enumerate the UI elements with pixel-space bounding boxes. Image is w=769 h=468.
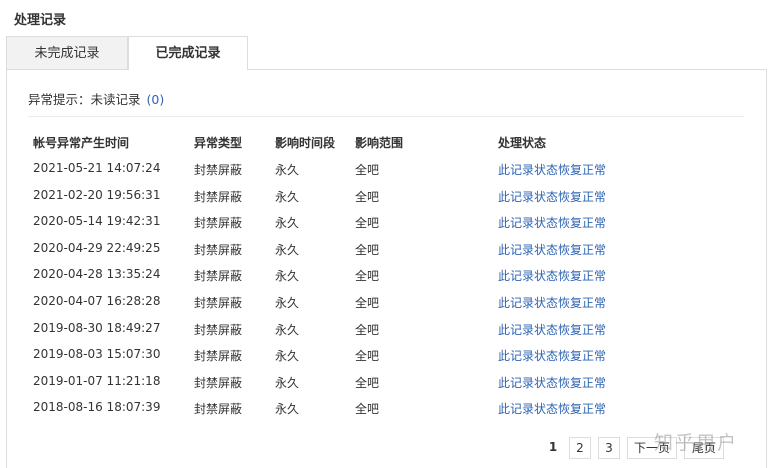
header-scope: 影响范围 <box>355 136 404 150</box>
cell-duration: 永久 <box>275 163 300 177</box>
cell-status-link[interactable]: 此记录状态恢复正常 <box>498 267 606 284</box>
header-time: 帐号异常产生时间 <box>33 136 130 150</box>
table-row: 2020-04-07 16:28:28 封禁屏蔽 永久 全吧 此记录状态恢复正常 <box>0 294 769 320</box>
cell-duration: 永久 <box>275 190 300 204</box>
tab-completed-records[interactable]: 已完成记录 <box>128 36 248 70</box>
table-row: 2021-02-20 19:56:31 封禁屏蔽 永久 全吧 此记录状态恢复正常 <box>0 188 769 214</box>
cell-status-link[interactable]: 此记录状态恢复正常 <box>498 241 606 258</box>
cell-status-link[interactable]: 此记录状态恢复正常 <box>498 294 606 311</box>
cell-scope: 全吧 <box>355 216 380 230</box>
cell-time: 2020-04-07 16:28:28 <box>33 294 161 308</box>
cell-type: 封禁屏蔽 <box>194 269 243 283</box>
page-3-button[interactable]: 3 <box>598 437 620 459</box>
cell-type: 封禁屏蔽 <box>194 402 243 416</box>
table-row: 2018-08-16 18:07:39 封禁屏蔽 永久 全吧 此记录状态恢复正常 <box>0 400 769 426</box>
cell-status-link[interactable]: 此记录状态恢复正常 <box>498 321 606 338</box>
cell-duration: 永久 <box>275 376 300 390</box>
cell-duration: 永久 <box>275 269 300 283</box>
cell-type: 封禁屏蔽 <box>194 349 243 363</box>
cell-scope: 全吧 <box>355 402 380 416</box>
header-type: 异常类型 <box>194 136 243 150</box>
cell-time: 2018-08-16 18:07:39 <box>33 400 161 414</box>
cell-type: 封禁屏蔽 <box>194 216 243 230</box>
cell-duration: 永久 <box>275 349 300 363</box>
cell-type: 封禁屏蔽 <box>194 376 243 390</box>
tab-incomplete-records[interactable]: 未完成记录 <box>6 36 128 69</box>
cell-type: 封禁屏蔽 <box>194 243 243 257</box>
cell-status-link[interactable]: 此记录状态恢复正常 <box>498 347 606 364</box>
table-row: 2019-01-07 11:21:18 封禁屏蔽 永久 全吧 此记录状态恢复正常 <box>0 374 769 400</box>
cell-time: 2021-02-20 19:56:31 <box>33 188 161 202</box>
cell-time: 2020-05-14 19:42:31 <box>33 214 161 228</box>
cell-scope: 全吧 <box>355 269 380 283</box>
notice-label: 异常提示：未读记录 <box>28 92 141 107</box>
table-row: 2021-05-21 14:07:24 封禁屏蔽 永久 全吧 此记录状态恢复正常 <box>0 161 769 187</box>
cell-time: 2020-04-29 22:49:25 <box>33 241 161 255</box>
cell-type: 封禁屏蔽 <box>194 190 243 204</box>
cell-time: 2021-05-21 14:07:24 <box>33 161 161 175</box>
cell-time: 2019-01-07 11:21:18 <box>33 374 161 388</box>
cell-scope: 全吧 <box>355 296 380 310</box>
cell-time: 2019-08-30 18:49:27 <box>33 321 161 335</box>
cell-duration: 永久 <box>275 296 300 310</box>
cell-status-link[interactable]: 此记录状态恢复正常 <box>498 161 606 178</box>
table-row: 2020-04-29 22:49:25 封禁屏蔽 永久 全吧 此记录状态恢复正常 <box>0 241 769 267</box>
cell-type: 封禁屏蔽 <box>194 163 243 177</box>
cell-status-link[interactable]: 此记录状态恢复正常 <box>498 214 606 231</box>
cell-duration: 永久 <box>275 323 300 337</box>
cell-status-link[interactable]: 此记录状态恢复正常 <box>498 188 606 205</box>
cell-status-link[interactable]: 此记录状态恢复正常 <box>498 400 606 417</box>
page-title: 处理记录 <box>14 13 67 28</box>
cell-status-link[interactable]: 此记录状态恢复正常 <box>498 374 606 391</box>
cell-type: 封禁屏蔽 <box>194 323 243 337</box>
header-status: 处理状态 <box>498 136 547 150</box>
watermark: 知乎用户 <box>654 432 739 454</box>
cell-scope: 全吧 <box>355 323 380 337</box>
divider <box>28 116 744 117</box>
cell-scope: 全吧 <box>355 163 380 177</box>
cell-scope: 全吧 <box>355 243 380 257</box>
unread-count-link[interactable]: (0) <box>147 92 165 107</box>
table-row: 2020-05-14 19:42:31 封禁屏蔽 永久 全吧 此记录状态恢复正常 <box>0 214 769 240</box>
anomaly-notice: 异常提示：未读记录 (0) <box>28 89 164 108</box>
cell-type: 封禁屏蔽 <box>194 296 243 310</box>
cell-time: 2019-08-03 15:07:30 <box>33 347 161 361</box>
page-1[interactable]: 1 <box>543 437 563 459</box>
table-row: 2019-08-03 15:07:30 封禁屏蔽 永久 全吧 此记录状态恢复正常 <box>0 347 769 373</box>
header-duration: 影响时间段 <box>275 136 336 150</box>
cell-time: 2020-04-28 13:35:24 <box>33 267 161 281</box>
table-row: 2019-08-30 18:49:27 封禁屏蔽 永久 全吧 此记录状态恢复正常 <box>0 321 769 347</box>
cell-duration: 永久 <box>275 216 300 230</box>
page-2-button[interactable]: 2 <box>569 437 591 459</box>
cell-scope: 全吧 <box>355 376 380 390</box>
cell-duration: 永久 <box>275 243 300 257</box>
cell-duration: 永久 <box>275 402 300 416</box>
cell-scope: 全吧 <box>355 190 380 204</box>
table-row: 2020-04-28 13:35:24 封禁屏蔽 永久 全吧 此记录状态恢复正常 <box>0 267 769 293</box>
cell-scope: 全吧 <box>355 349 380 363</box>
